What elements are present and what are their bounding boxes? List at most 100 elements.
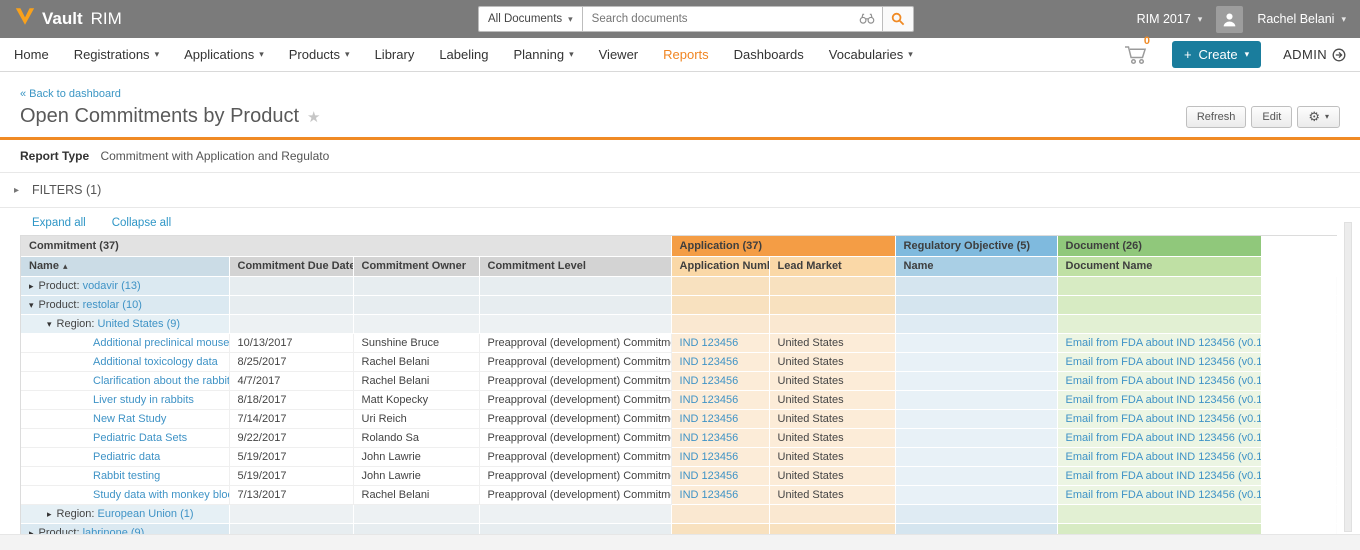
table-row: Rabbit testing 5/19/2017 John Lawrie Preapp…	[21, 466, 1337, 486]
nav-item-label: Home	[14, 47, 49, 62]
column-header[interactable]: Name ▴	[21, 256, 230, 277]
nav-item-home[interactable]: Home	[14, 47, 49, 62]
search-scope-dropdown[interactable]: All Documents ▾	[478, 6, 582, 32]
search-input[interactable]	[581, 6, 882, 32]
nav-item-library[interactable]: Library	[375, 47, 415, 62]
document-link[interactable]: Email from FDA about IND 123456 (v0.1)	[1066, 432, 1261, 444]
objective-name-cell	[895, 447, 1058, 467]
collapse-all-link[interactable]: Collapse all	[112, 217, 171, 229]
document-link[interactable]: Email from FDA about IND 123456 (v0.1)	[1066, 470, 1261, 482]
document-link[interactable]: Email from FDA about IND 123456 (v0.1)	[1066, 451, 1261, 463]
document-link[interactable]: Email from FDA about IND 123456 (v0.1)	[1066, 337, 1261, 349]
document-link[interactable]: Email from FDA about IND 123456 (v0.1)	[1066, 489, 1261, 501]
commitment-link[interactable]: Rabbit testing	[93, 470, 160, 482]
application-link[interactable]: IND 123456	[680, 451, 739, 463]
application-number-cell: IND 123456	[671, 447, 770, 467]
group-name-cell: ▾ Region: United States (9)	[21, 314, 230, 334]
nav-item-labeling[interactable]: Labeling	[439, 47, 488, 62]
report-table: Commitment (37) Application (37) Regulator…	[21, 236, 1337, 550]
document-link[interactable]: Email from FDA about IND 123456 (v0.1)	[1066, 413, 1261, 425]
nav-item-dashboards[interactable]: Dashboards	[734, 47, 804, 62]
commitment-link[interactable]: Liver study in rabbits	[93, 394, 194, 406]
commitment-link[interactable]: Additional preclinical mouse data	[93, 337, 228, 349]
table-row: Additional toxicology data 8/25/2017 Rache…	[21, 352, 1337, 372]
lead-market-cell: United States	[769, 333, 896, 353]
refresh-button[interactable]: Refresh	[1185, 105, 1247, 128]
commitment-link[interactable]: Pediatric Data Sets	[93, 432, 187, 444]
search-button[interactable]	[881, 6, 914, 32]
avatar[interactable]	[1216, 5, 1244, 33]
vault-selector-label: RIM 2017	[1136, 12, 1191, 26]
application-link[interactable]: IND 123456	[680, 413, 739, 425]
commitment-link[interactable]: New Rat Study	[93, 413, 166, 425]
commitment-link[interactable]: Clarification about the rabbit data	[93, 375, 228, 387]
column-header[interactable]: Document Name	[1057, 256, 1262, 277]
column-header[interactable]: Commitment Owner	[353, 256, 480, 277]
expand-all-link[interactable]: Expand all	[32, 217, 86, 229]
document-link[interactable]: Email from FDA about IND 123456 (v0.1)	[1066, 375, 1261, 387]
user-menu[interactable]: Rachel Belani ▾	[1257, 12, 1346, 26]
column-header[interactable]: Lead Market	[769, 256, 896, 277]
chevron-down-icon: ▾	[1244, 49, 1250, 59]
group-prefix: Region:	[56, 507, 98, 520]
binoculars-icon[interactable]	[859, 12, 875, 30]
group-row: ▸ Region: European Union (1)	[21, 504, 1337, 524]
application-link[interactable]: IND 123456	[680, 394, 739, 406]
edit-button[interactable]: Edit	[1251, 105, 1293, 128]
admin-link[interactable]: ADMIN	[1283, 47, 1346, 62]
cart-button[interactable]: 0	[1124, 35, 1150, 70]
owner-cell: Rachel Belani	[353, 371, 480, 391]
nav-item-products[interactable]: Products ▾	[289, 47, 350, 62]
vault-selector[interactable]: RIM 2017 ▾	[1137, 12, 1203, 26]
application-link[interactable]: IND 123456	[680, 356, 739, 368]
column-header[interactable]: Commitment Level	[479, 256, 672, 277]
application-link[interactable]: IND 123456	[680, 489, 739, 501]
nav-item-planning[interactable]: Planning ▾	[513, 47, 573, 62]
application-link[interactable]: IND 123456	[680, 337, 739, 349]
commitment-link[interactable]: Study data with monkey blood	[93, 489, 228, 501]
table-scrollbar[interactable]	[1344, 222, 1352, 532]
group-link[interactable]: United States (9)	[98, 318, 181, 330]
group-link[interactable]: restolar (10)	[83, 299, 142, 311]
collapsed-triangle-icon[interactable]: ▸	[47, 509, 52, 519]
favorite-star-icon[interactable]: ★	[307, 108, 320, 126]
column-header-label: Lead Market	[777, 260, 842, 272]
commitment-name-cell: Pediatric data	[21, 447, 230, 467]
column-header[interactable]: Name	[895, 256, 1058, 277]
group-row: ▸ Product: vodavir (13)	[21, 276, 1337, 296]
document-link[interactable]: Email from FDA about IND 123456 (v0.1)	[1066, 394, 1261, 406]
expanded-triangle-icon[interactable]: ▾	[47, 319, 52, 329]
nav-item-applications[interactable]: Applications ▾	[184, 47, 264, 62]
user-icon	[1223, 12, 1236, 26]
due-date-cell: 8/18/2017	[229, 390, 354, 410]
commitment-name-cell: Rabbit testing	[21, 466, 230, 486]
nav-item-registrations[interactable]: Registrations ▾	[74, 47, 159, 62]
application-link[interactable]: IND 123456	[680, 470, 739, 482]
application-link[interactable]: IND 123456	[680, 432, 739, 444]
actions-gear-button[interactable]: ⚙ ▾	[1297, 105, 1340, 128]
objective-name-cell	[895, 466, 1058, 486]
nav-item-viewer[interactable]: Viewer	[599, 47, 639, 62]
filters-toggle[interactable]: ▸ FILTERS (1)	[0, 173, 1360, 208]
create-button[interactable]: + Create ▾	[1171, 41, 1262, 68]
objective-name-cell	[895, 390, 1058, 410]
group-link[interactable]: vodavir (13)	[83, 280, 141, 292]
commitment-link[interactable]: Additional toxicology data	[93, 356, 218, 368]
nav-item-reports[interactable]: Reports	[663, 47, 709, 62]
create-button-label: Create	[1198, 47, 1238, 62]
chevron-down-icon: ▾	[1324, 112, 1329, 121]
collapsed-triangle-icon[interactable]: ▸	[29, 281, 34, 291]
vault-rim-logo[interactable]: Vault RIM	[14, 7, 122, 31]
column-header[interactable]: Application Number	[671, 256, 770, 277]
chevron-down-icon: ▾	[259, 49, 264, 59]
application-link[interactable]: IND 123456	[680, 375, 739, 387]
expanded-triangle-icon[interactable]: ▾	[29, 300, 34, 310]
application-number-cell: IND 123456	[671, 390, 770, 410]
column-header[interactable]: Commitment Due Date	[229, 256, 354, 277]
group-link[interactable]: European Union (1)	[98, 508, 194, 520]
nav-item-vocabularies[interactable]: Vocabularies ▾	[829, 47, 913, 62]
document-link[interactable]: Email from FDA about IND 123456 (v0.1)	[1066, 356, 1261, 368]
back-to-dashboard-link[interactable]: « Back to dashboard	[20, 88, 121, 100]
due-date-cell: 4/7/2017	[229, 371, 354, 391]
commitment-link[interactable]: Pediatric data	[93, 451, 160, 463]
